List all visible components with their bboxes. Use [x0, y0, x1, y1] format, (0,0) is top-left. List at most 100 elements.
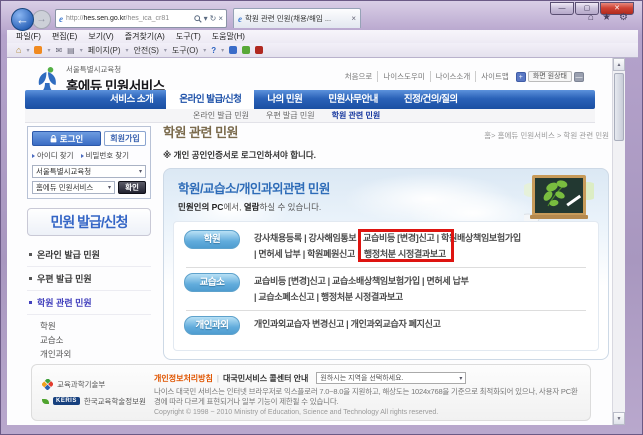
chevron-down-icon: ▾ [221, 47, 225, 54]
sub-navigation: 온라인 발급 민원 우편 발급 민원 학원 관련 민원 [25, 109, 595, 123]
search-icon[interactable] [193, 14, 202, 23]
tab-close-icon[interactable]: × [351, 14, 356, 23]
link-home[interactable]: 처음으로 [340, 71, 378, 82]
menu-tools[interactable]: 도구(T) [176, 31, 201, 42]
scroll-down-button[interactable]: ▼ [613, 412, 625, 425]
safety-menu[interactable]: 안전(S) [134, 45, 159, 56]
favorites-star-icon[interactable]: ★ [602, 12, 611, 23]
back-button[interactable]: ← [11, 8, 34, 31]
panel-title: 학원/교습소/개인과외관련 민원 [178, 182, 330, 196]
autocomplete-dropdown-icon[interactable]: ▾ [204, 14, 208, 23]
browser-tab[interactable]: e 학원 관련 민원(채용/해임 ... × [233, 8, 361, 28]
chevron-down-icon[interactable]: ▾ [80, 47, 83, 54]
ministry-logo: 교육과학기술부 [42, 378, 154, 390]
nav-service-intro[interactable]: 서비스 소개 [97, 90, 166, 109]
subnav-online-issue[interactable]: 온라인 발급 민원 [193, 110, 249, 121]
gyseupso-links[interactable]: 교습비등 [변경]신고 | 교습소배상책임보험가입 | 면허세 납부 | 교습소… [254, 273, 469, 305]
bullet-icon [29, 277, 32, 280]
lock-icon [50, 134, 57, 142]
addon-icon[interactable] [255, 46, 264, 54]
sidebar-item-hakwon-minwon[interactable]: 학원 관련 민원 [27, 291, 151, 315]
sidebar-section-title: 민원 발급/신청 [27, 208, 151, 236]
nav-minwon-guide[interactable]: 민원사무안내 [315, 90, 390, 109]
print-icon[interactable]: ▤ [67, 46, 75, 55]
menu-favorites[interactable]: 즐겨찾기(A) [125, 31, 165, 42]
panel-description: 민원인의 PC에서, 열람하실 수 있습니다. [178, 202, 322, 212]
signup-button[interactable]: 회원가입 [104, 131, 146, 146]
nav-petition[interactable]: 진정/건의/질의 [391, 90, 471, 109]
tools-menu[interactable]: 도구(O) [172, 45, 198, 56]
menu-view[interactable]: 보기(V) [88, 31, 113, 42]
sidebar-menu: 온라인 발급 민원 우편 발급 민원 학원 관련 민원 학원 교습소 개인과외 [27, 243, 151, 361]
addon-icon[interactable] [242, 46, 251, 54]
row-private-tutoring: 개인과외 개인과외교습자 변경신고 | 개인과외교습자 폐지신고 [184, 311, 588, 340]
confirm-button[interactable]: 확인 [118, 181, 146, 194]
ie-favicon: e [59, 13, 63, 24]
link-nice-intro[interactable]: 나이스소개 [429, 71, 476, 82]
minimize-button[interactable]: — [550, 2, 574, 15]
region-select[interactable]: 원하시는 지역을 선택하세요. ▾ [316, 372, 467, 384]
page-footer: 교육과학기술부 KERIS 한국교육학술정보원 개인정보처리방침 | 대국민서비… [31, 364, 591, 421]
keris-logo: KERIS 한국교육학술정보원 [42, 396, 154, 407]
chevron-down-icon[interactable]: ▾ [26, 47, 29, 54]
minwon-panel: 학원/교습소/개인과외관련 민원 민원인의 PC에서, 열람하실 수 있습니다. [163, 168, 609, 360]
vertical-scrollbar[interactable]: ▲ ▼ [612, 58, 625, 425]
tab-favicon: e [238, 13, 242, 24]
scrollbar-thumb[interactable] [614, 73, 624, 141]
bullet-icon [32, 154, 35, 158]
url-text[interactable]: http://hes.sen.go.kr/hes_ica_cr81 [66, 15, 169, 22]
page-menu[interactable]: 페이지(P) [88, 45, 121, 56]
screen-reset-button[interactable]: 화면 원상태 [527, 71, 572, 82]
keris-leaf-icon [42, 398, 49, 404]
highlighted-link[interactable]: 행정처분 시정결과보고 [364, 249, 446, 259]
sidebar-item-mail-issue[interactable]: 우편 발급 민원 [27, 267, 151, 291]
private-tutoring-links[interactable]: 개인과외교습자 변경신고 | 개인과외교습자 폐지신고 [254, 316, 441, 332]
page-title: 학원 관련 민원 [163, 125, 238, 140]
main-content: 학원 관련 민원 홈> 홈에듀 민원서비스 > 학원 관련 민원 ※ 개인 공인… [163, 122, 609, 360]
read-mail-icon[interactable]: ✉ [55, 46, 62, 55]
org-select[interactable]: 서울특별시교육청 ▾ [32, 165, 146, 178]
help-icon[interactable]: ? [211, 46, 216, 55]
zoom-in-button[interactable]: + [515, 71, 526, 82]
service-select[interactable]: 홈에듀 민원서비스 ▾ [32, 181, 115, 194]
browser-window: — ▢ ✕ ← → e http://hes.sen.go.kr/hes_ica… [0, 0, 643, 435]
private-tutoring-badge[interactable]: 개인과외 [184, 316, 240, 335]
chevron-down-icon: ▾ [203, 47, 207, 54]
link-sitemap[interactable]: 사이트맵 [475, 71, 514, 82]
feed-icon[interactable] [34, 46, 43, 54]
privacy-policy-link[interactable]: 개인정보처리방침 [154, 373, 213, 384]
find-password-link[interactable]: 비밀번호 찾기 [80, 150, 129, 161]
address-bar[interactable]: e http://hes.sen.go.kr/hes_ica_cr81 ▾ ↻ … [55, 9, 227, 28]
hakwon-badge[interactable]: 학원 [184, 230, 240, 249]
stop-icon[interactable]: × [218, 14, 223, 23]
menu-edit[interactable]: 편집(E) [52, 31, 77, 42]
browser-commandbar: ⌂ ▾ ▾ ✉ ▤ ▾ 페이지(P) ▾ 안전(S) ▾ 도구(O) ▾ ? ▾ [7, 43, 638, 58]
forward-button[interactable]: → [32, 10, 51, 29]
menu-file[interactable]: 파일(F) [16, 31, 41, 42]
settings-gear-icon[interactable]: ⚙ [619, 12, 628, 23]
subnav-mail-issue[interactable]: 우편 발급 민원 [266, 110, 315, 121]
zoom-out-button[interactable]: — [574, 71, 584, 82]
blackboard-illustration [524, 175, 594, 225]
login-button[interactable]: 로그인 [32, 131, 101, 146]
hakwon-links[interactable]: 강사채용등록 | 강사해임통보 | 교습비등 [변경]신고 | 학원배상책임보험… [254, 230, 521, 262]
keris-badge: KERIS [53, 397, 80, 405]
menu-help[interactable]: 도움말(H) [212, 31, 245, 42]
gyseupso-badge[interactable]: 교습소 [184, 273, 240, 292]
home-icon[interactable]: ⌂ [16, 45, 21, 55]
subnav-hakwon-minwon[interactable]: 학원 관련 민원 [332, 110, 381, 121]
sidebar-subitem-gyseupso[interactable]: 교습소 [40, 333, 151, 347]
nav-my-minwon[interactable]: 나의 민원 [254, 90, 315, 109]
sidebar-item-online-issue[interactable]: 온라인 발급 민원 [27, 243, 151, 267]
sidebar-subitem-private-tutoring[interactable]: 개인과외 [40, 347, 151, 361]
refresh-icon[interactable]: ↻ [210, 14, 217, 23]
find-id-link[interactable]: 아이디 찾기 [32, 150, 74, 161]
home-icon[interactable]: ⌂ [588, 12, 594, 23]
scroll-up-button[interactable]: ▲ [613, 58, 625, 71]
link-nice-helper[interactable]: 나이스도우미 [377, 71, 429, 82]
chevron-down-icon[interactable]: ▾ [47, 47, 50, 54]
messenger-icon[interactable] [229, 46, 238, 54]
sidebar-subitem-hakwon[interactable]: 학원 [40, 319, 151, 333]
footer-notice: 나이스 대국민 서비스는 인터넷 브라우저로 익스플로러 7.0~8.0을 지원… [154, 387, 578, 406]
nav-online-issue[interactable]: 온라인 발급/신청 [166, 90, 255, 109]
